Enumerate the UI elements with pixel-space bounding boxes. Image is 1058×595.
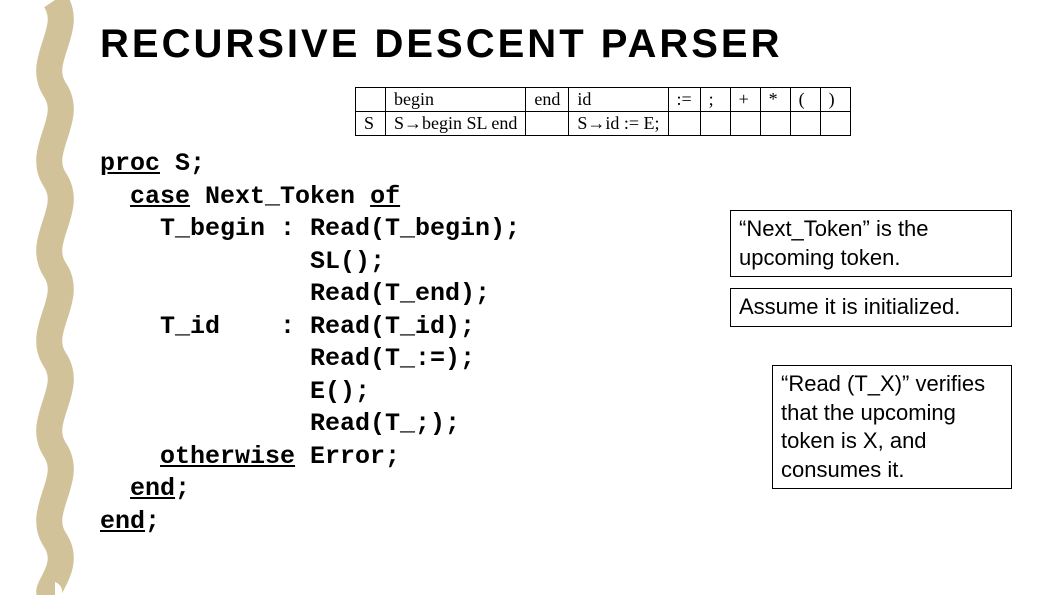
grammar-header-begin: begin — [386, 88, 526, 112]
grammar-header-assign: := — [668, 88, 700, 112]
code-line: T_id : Read(T_id); — [100, 312, 475, 341]
grammar-table: begin end id := ; + * ( ) S S→begin SL e… — [355, 87, 851, 136]
grammar-header-rparen: ) — [820, 88, 850, 112]
grammar-header-semicolon: ; — [700, 88, 730, 112]
grammar-cell-s-id: S→id := E; — [569, 112, 668, 136]
grammar-cell-s-end — [526, 112, 569, 136]
grammar-cell-s-lparen — [790, 112, 820, 136]
kw-end: end — [100, 507, 145, 536]
grammar-header-blank — [356, 88, 386, 112]
note-initialized: Assume it is initialized. — [730, 288, 1012, 327]
code-line: SL(); — [100, 247, 385, 276]
note-next-token: “Next_Token” is the upcoming token. — [730, 210, 1012, 277]
grammar-cell-s-semicolon — [700, 112, 730, 136]
note-read: “Read (T_X)” verifies that the upcoming … — [772, 365, 1012, 489]
code-line: T_begin : Read(T_begin); — [100, 214, 520, 243]
grammar-header-row: begin end id := ; + * ( ) — [356, 88, 851, 112]
grammar-header-end: end — [526, 88, 569, 112]
grammar-header-id: id — [569, 88, 668, 112]
code-line: Read(T_;); — [100, 409, 460, 438]
grammar-cell-s-begin: S→begin SL end — [386, 112, 526, 136]
grammar-cell-s-assign — [668, 112, 700, 136]
grammar-cell-s-plus — [730, 112, 760, 136]
code-line: Read(T_end); — [100, 279, 490, 308]
grammar-header-plus: + — [730, 88, 760, 112]
grammar-header-lparen: ( — [790, 88, 820, 112]
grammar-cell-s-rparen — [820, 112, 850, 136]
slide-title: RECURSIVE DESCENT PARSER — [100, 22, 1028, 67]
kw-end: end — [130, 474, 175, 503]
kw-of: of — [370, 182, 400, 211]
grammar-header-star: * — [760, 88, 790, 112]
grammar-cell-s-star — [760, 112, 790, 136]
kw-otherwise: otherwise — [160, 442, 295, 471]
grammar-row-s: S S→begin SL end S→id := E; — [356, 112, 851, 136]
slide-wave-decoration — [0, 0, 85, 595]
kw-proc: proc — [100, 149, 160, 178]
code-line: Read(T_:=); — [100, 344, 475, 373]
code-line: E(); — [100, 377, 370, 406]
kw-case: case — [130, 182, 190, 211]
grammar-cell-s-name: S — [356, 112, 386, 136]
